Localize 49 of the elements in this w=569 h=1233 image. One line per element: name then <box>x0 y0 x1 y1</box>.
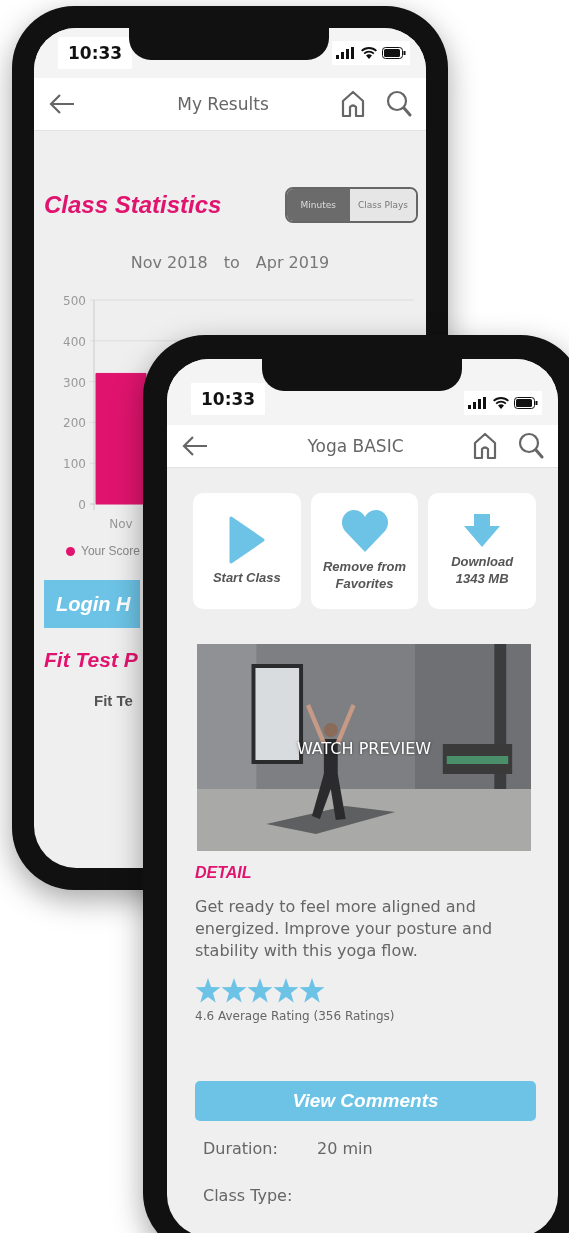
rating-summary: 4.6 Average Rating (356 Ratings) <box>195 1009 396 1023</box>
wifi-icon <box>361 47 377 59</box>
date-to: Apr 2019 <box>255 253 330 272</box>
date-to-label: to <box>223 253 240 272</box>
y-tick-label: 300 <box>63 375 86 390</box>
fit-test-label: Fit Te <box>94 692 133 709</box>
section-title: Class Statistics <box>44 191 222 219</box>
section-heading: DETAIL <box>195 864 253 882</box>
y-tick-label: 500 <box>63 294 86 308</box>
x-tick-label: Nov <box>109 517 133 530</box>
play-icon <box>228 515 265 564</box>
star-icon <box>299 978 325 1003</box>
description-text: Get ready to feel more aligned and energized. Improve your posture and stability with this yoga flow. <box>195 896 494 962</box>
status-time: 10:33 <box>191 383 266 415</box>
y-tick-label: 100 <box>63 457 86 472</box>
screen-title: Yoga BASIC <box>306 436 405 456</box>
back-arrow-icon[interactable] <box>48 92 76 116</box>
search-icon[interactable] <box>386 90 412 118</box>
screen-title: My Results <box>176 94 270 114</box>
y-tick-label: 400 <box>63 334 86 349</box>
star-icon <box>273 978 299 1003</box>
signal-icon <box>336 47 356 59</box>
home-icon[interactable] <box>340 90 366 118</box>
star-icon <box>247 978 273 1003</box>
action-card[interactable]: Remove from Favorites <box>310 493 419 609</box>
battery-icon <box>382 47 406 59</box>
info-value: 20 min <box>317 1139 373 1158</box>
search-icon[interactable] <box>518 432 544 460</box>
date-from: Nov 2018 <box>130 253 208 272</box>
y-tick-label: 200 <box>63 416 86 431</box>
info-label: Class Type: <box>203 1186 294 1205</box>
home-icon[interactable] <box>472 432 498 460</box>
wifi-icon <box>493 397 509 409</box>
toggle-tab[interactable]: Class Plays <box>350 189 416 221</box>
heart-icon <box>340 509 389 554</box>
section-title: Fit Test P <box>44 648 138 672</box>
info-label: Duration: <box>203 1139 279 1158</box>
battery-icon <box>514 397 538 409</box>
legend-label: Your Score <box>81 544 140 558</box>
star-icon <box>221 978 247 1003</box>
action-card[interactable]: Start Class <box>193 493 301 609</box>
status-time: 10:33 <box>58 37 133 69</box>
back-arrow-icon[interactable] <box>181 434 209 458</box>
signal-icon <box>468 397 488 409</box>
toggle-tab[interactable]: Minutes <box>286 189 350 221</box>
action-card[interactable]: Download 1343 MB <box>428 493 536 609</box>
star-icon <box>195 978 221 1003</box>
y-tick-label: 0 <box>78 498 86 512</box>
download-arrow-icon <box>463 514 502 549</box>
